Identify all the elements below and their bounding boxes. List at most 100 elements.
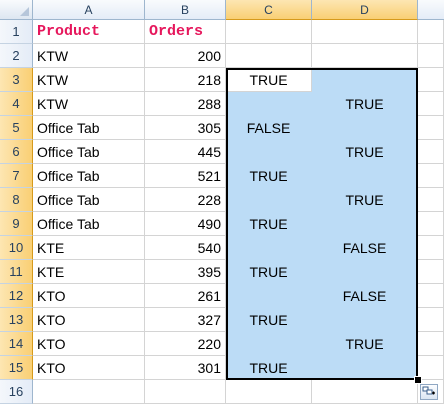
row-header-10[interactable]: 10 (0, 236, 33, 260)
row-header-12[interactable]: 12 (0, 284, 33, 308)
cell-c16[interactable] (226, 380, 312, 404)
paste-options-button[interactable] (420, 384, 438, 400)
cell-a15[interactable]: KTO (33, 356, 145, 380)
cell-e10[interactable] (418, 236, 444, 260)
cell-b10[interactable]: 540 (145, 236, 226, 260)
cell-e2[interactable] (418, 44, 444, 68)
cell-b11[interactable]: 395 (145, 260, 226, 284)
cell-c11[interactable]: TRUE (226, 260, 312, 284)
cell-e11[interactable] (418, 260, 444, 284)
cell-d12[interactable]: FALSE (312, 284, 418, 308)
cell-a10[interactable]: KTE (33, 236, 145, 260)
cell-e9[interactable] (418, 212, 444, 236)
row-header-4[interactable]: 4 (0, 92, 33, 116)
row-header-6[interactable]: 6 (0, 140, 33, 164)
cell-a2[interactable]: KTW (33, 44, 145, 68)
cell-b9[interactable]: 490 (145, 212, 226, 236)
cell-a6[interactable]: Office Tab (33, 140, 145, 164)
cell-c8[interactable] (226, 188, 312, 212)
cell-b2[interactable]: 200 (145, 44, 226, 68)
column-header-a[interactable]: A (33, 0, 145, 20)
cell-c3[interactable]: TRUE (226, 68, 312, 92)
cell-d1[interactable] (312, 20, 418, 44)
cell-a12[interactable]: KTO (33, 284, 145, 308)
cell-a3[interactable]: KTW (33, 68, 145, 92)
cell-b15[interactable]: 301 (145, 356, 226, 380)
row-header-8[interactable]: 8 (0, 188, 33, 212)
row-header-15[interactable]: 15 (0, 356, 33, 380)
cell-b8[interactable]: 228 (145, 188, 226, 212)
column-header-b[interactable]: B (145, 0, 226, 20)
cell-d2[interactable] (312, 44, 418, 68)
cell-e6[interactable] (418, 140, 444, 164)
row-header-9[interactable]: 9 (0, 212, 33, 236)
cell-b7[interactable]: 521 (145, 164, 226, 188)
cell-b1[interactable]: Orders (145, 20, 226, 44)
cell-e4[interactable] (418, 92, 444, 116)
row-header-16[interactable]: 16 (0, 380, 33, 404)
cell-b5[interactable]: 305 (145, 116, 226, 140)
cell-d11[interactable] (312, 260, 418, 284)
row-header-14[interactable]: 14 (0, 332, 33, 356)
cell-a9[interactable]: Office Tab (33, 212, 145, 236)
column-header-d[interactable]: D (312, 0, 418, 20)
cell-c5[interactable]: FALSE (226, 116, 312, 140)
cell-d13[interactable] (312, 308, 418, 332)
cell-e8[interactable] (418, 188, 444, 212)
cell-e12[interactable] (418, 284, 444, 308)
cell-a4[interactable]: KTW (33, 92, 145, 116)
cell-e3[interactable] (418, 68, 444, 92)
row-header-2[interactable]: 2 (0, 44, 33, 68)
cell-e5[interactable] (418, 116, 444, 140)
cell-c15[interactable]: TRUE (226, 356, 312, 380)
cell-d16[interactable] (312, 380, 418, 404)
cell-c2[interactable] (226, 44, 312, 68)
cell-d7[interactable] (312, 164, 418, 188)
cell-b14[interactable]: 220 (145, 332, 226, 356)
select-all-corner[interactable] (0, 0, 33, 20)
cell-c10[interactable] (226, 236, 312, 260)
cell-c6[interactable] (226, 140, 312, 164)
cell-d14[interactable]: TRUE (312, 332, 418, 356)
cell-a1[interactable]: Product (33, 20, 145, 44)
cell-e14[interactable] (418, 332, 444, 356)
cell-d3[interactable] (312, 68, 418, 92)
cell-c9[interactable]: TRUE (226, 212, 312, 236)
cell-a13[interactable]: KTO (33, 308, 145, 332)
cell-e13[interactable] (418, 308, 444, 332)
cell-c12[interactable] (226, 284, 312, 308)
cell-c1[interactable] (226, 20, 312, 44)
row-header-1[interactable]: 1 (0, 20, 33, 44)
cell-c14[interactable] (226, 332, 312, 356)
cell-b16[interactable] (145, 380, 226, 404)
cell-d5[interactable] (312, 116, 418, 140)
cell-d6[interactable]: TRUE (312, 140, 418, 164)
row-header-7[interactable]: 7 (0, 164, 33, 188)
row-header-5[interactable]: 5 (0, 116, 33, 140)
cell-a5[interactable]: Office Tab (33, 116, 145, 140)
cell-b4[interactable]: 288 (145, 92, 226, 116)
cell-c7[interactable]: TRUE (226, 164, 312, 188)
cell-a7[interactable]: Office Tab (33, 164, 145, 188)
cell-d9[interactable] (312, 212, 418, 236)
cell-a16[interactable] (33, 380, 145, 404)
cell-a8[interactable]: Office Tab (33, 188, 145, 212)
cell-b12[interactable]: 261 (145, 284, 226, 308)
cell-e7[interactable] (418, 164, 444, 188)
cell-a11[interactable]: KTE (33, 260, 145, 284)
row-header-13[interactable]: 13 (0, 308, 33, 332)
cell-b6[interactable]: 445 (145, 140, 226, 164)
cell-e1[interactable] (418, 20, 444, 44)
cell-c13[interactable]: TRUE (226, 308, 312, 332)
cell-d8[interactable]: TRUE (312, 188, 418, 212)
fill-handle[interactable] (414, 376, 422, 384)
row-header-11[interactable]: 11 (0, 260, 33, 284)
cell-b13[interactable]: 327 (145, 308, 226, 332)
cell-c4[interactable] (226, 92, 312, 116)
cell-a14[interactable]: KTO (33, 332, 145, 356)
cell-d15[interactable] (312, 356, 418, 380)
cell-b3[interactable]: 218 (145, 68, 226, 92)
column-header-c[interactable]: C (226, 0, 312, 20)
cell-d10[interactable]: FALSE (312, 236, 418, 260)
cell-d4[interactable]: TRUE (312, 92, 418, 116)
